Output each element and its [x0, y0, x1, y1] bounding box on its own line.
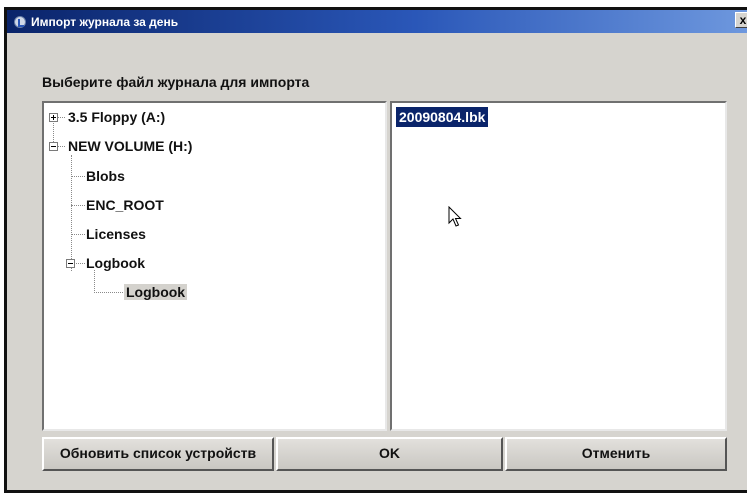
tree-node-label: Blobs [86, 168, 125, 184]
tree-node-label: 3.5 Floppy (A:) [68, 109, 166, 125]
file-item[interactable]: 20090804.lbk [396, 107, 489, 127]
tree-node-label: Logbook [86, 255, 146, 271]
mouse-pointer-icon [448, 206, 462, 227]
tree-connector [71, 176, 85, 177]
import-logbook-dialog: Импорт журнала за день x Выберите файл ж… [4, 7, 747, 493]
tree-connector [94, 292, 123, 293]
tree-node-logbook[interactable]: Logbook [66, 252, 145, 274]
tree-node-floppy[interactable]: 3.5 Floppy (A:) [48, 106, 165, 128]
close-icon: x [739, 13, 747, 27]
tree-node-enc-root[interactable]: ENC_ROOT [86, 194, 164, 216]
plus-box-icon[interactable] [49, 113, 58, 122]
tree-node-new-volume[interactable]: NEW VOLUME (H:) [48, 135, 192, 157]
ok-button[interactable]: OK [276, 437, 503, 471]
tree-node-label: Licenses [86, 226, 146, 242]
minus-box-icon[interactable] [66, 259, 75, 268]
tree-node-logbook-selected[interactable]: Logbook [124, 281, 188, 303]
refresh-devices-button[interactable]: Обновить список устройств [42, 437, 274, 471]
tree-node-label: Logbook [124, 284, 188, 300]
tree-node-licenses[interactable]: Licenses [86, 223, 146, 245]
cancel-button[interactable]: Отменить [505, 437, 727, 471]
tree-node-label: NEW VOLUME (H:) [68, 138, 193, 154]
app-icon [14, 15, 26, 28]
close-button[interactable]: x [735, 12, 747, 28]
minus-box-icon[interactable] [49, 142, 58, 151]
tree-node-blobs[interactable]: Blobs [86, 165, 125, 187]
file-list[interactable]: 20090804.lbk [390, 101, 727, 431]
tree-connector [71, 234, 85, 235]
tree-node-label: ENC_ROOT [86, 197, 164, 213]
window-title: Импорт журнала за день [31, 14, 179, 29]
folder-tree[interactable]: 3.5 Floppy (A:) NEW VOLUME (H:) Blobs EN… [42, 101, 387, 431]
title-bar[interactable]: Импорт журнала за день x [7, 10, 747, 33]
tree-connector [71, 205, 85, 206]
prompt-label: Выберите файл журнала для импорта [42, 74, 310, 90]
